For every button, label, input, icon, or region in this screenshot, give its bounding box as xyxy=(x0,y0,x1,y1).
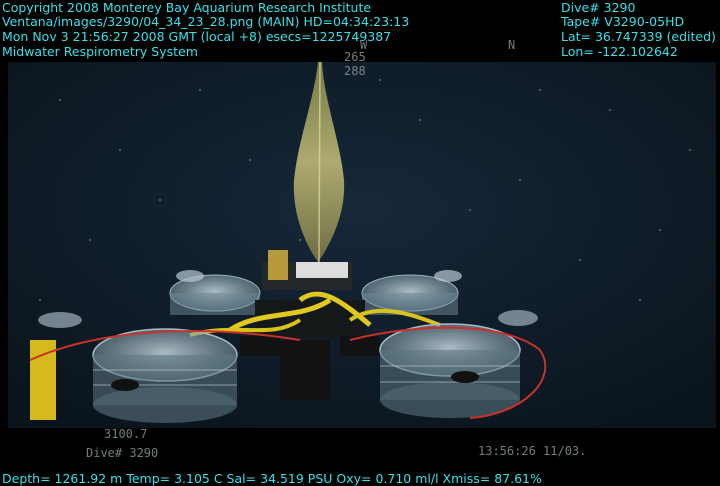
burned-heading: 265 xyxy=(344,50,366,64)
datetime-text: Mon Nov 3 21:56:27 2008 GMT (local +8) e… xyxy=(2,29,392,44)
copyright-text: Copyright 2008 Monterey Bay Aquarium Res… xyxy=(2,0,372,15)
burned-timestamp: 13:56:26 11/03. xyxy=(478,444,587,458)
tape-number-text: Tape# V3290-05HD xyxy=(561,14,685,29)
burned-dive: Dive# 3290 xyxy=(86,446,159,460)
burned-compass-n: N xyxy=(508,38,516,52)
burned-depth: 3100.7 xyxy=(104,427,148,441)
sensor-readout-text: Depth= 1261.92 m Temp= 3.105 C Sal= 34.5… xyxy=(2,471,542,486)
latitude-text: Lat= 36.747339 (edited) xyxy=(561,29,716,44)
burned-heading-2: 288 xyxy=(344,64,366,78)
dive-number-text: Dive# 3290 xyxy=(561,0,636,15)
image-path-text: Ventana/images/3290/04_34_23_28.png (MAI… xyxy=(2,14,410,29)
longitude-text: Lon= -122.102642 xyxy=(561,44,678,59)
system-name-text: Midwater Respirometry System xyxy=(2,44,198,59)
